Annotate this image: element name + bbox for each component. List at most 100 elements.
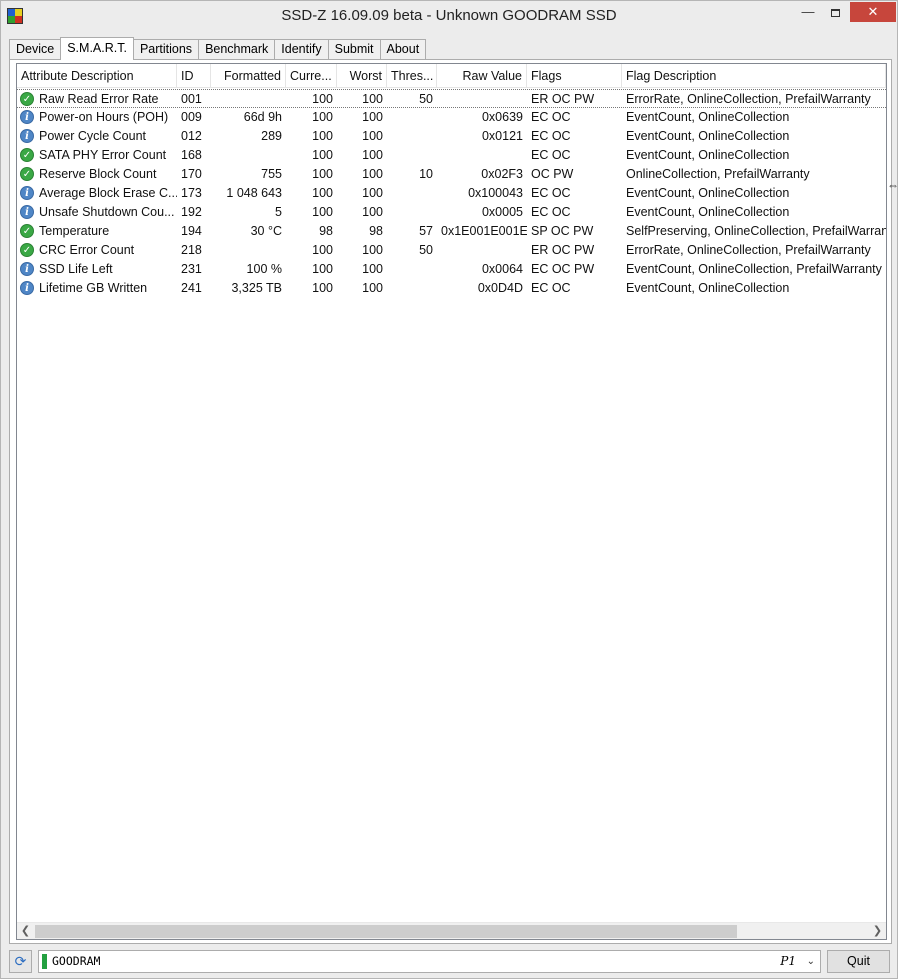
smart-attribute-list[interactable]: Attribute Description ID Formatted Curre...… [16, 63, 887, 940]
table-row[interactable]: i Power-on Hours (POH) 009 66d 9h 100 100 0x06… [17, 108, 886, 127]
column-header-current[interactable]: Curre... [286, 64, 337, 88]
cell-flags: ER OC PW [531, 92, 595, 106]
info-icon: i [20, 129, 34, 143]
column-header-flags[interactable]: Flags [527, 64, 622, 88]
drive-select[interactable]: GOODRAM P1 ⌄ [38, 950, 821, 973]
cell-worst: 100 [362, 129, 383, 143]
info-icon: i [20, 110, 34, 124]
cell-formatted [211, 90, 286, 109]
table-row[interactable]: ✓ CRC Error Count 218 100 100 50 ER OC PW Error… [17, 241, 886, 260]
cell-formatted: 30 °C [250, 224, 282, 238]
cell-flags: EC OC [531, 148, 571, 162]
cell-worst: 98 [369, 224, 383, 238]
tab-s-m-a-r-t[interactable]: S.M.A.R.T. [60, 37, 134, 60]
cell-threshold: 57 [419, 224, 433, 238]
tab-device[interactable]: Device [9, 39, 62, 60]
column-header-desc[interactable]: Attribute Description [17, 64, 177, 88]
scroll-right-icon[interactable]: ❯ [869, 923, 886, 939]
checkmark-icon: ✓ [20, 243, 34, 257]
tab-benchmark[interactable]: Benchmark [198, 39, 276, 60]
cell-threshold [387, 108, 437, 127]
checkmark-icon: ✓ [20, 148, 34, 162]
cell-flagdesc: ErrorRate, OnlineCollection, PrefailWarr… [626, 92, 871, 106]
cell-worst: 100 [362, 205, 383, 219]
column-header-worst[interactable]: Worst [337, 64, 387, 88]
cell-id: 012 [181, 129, 202, 143]
window-title: SSD-Z 16.09.09 beta - Unknown GOODRAM SS… [281, 7, 617, 24]
tab-submit[interactable]: Submit [327, 39, 381, 60]
cell-desc: Raw Read Error Rate [39, 92, 159, 106]
column-header-id[interactable]: ID [177, 64, 211, 88]
list-header: Attribute Description ID Formatted Curre...… [17, 64, 886, 88]
cell-worst: 100 [362, 186, 383, 200]
cell-worst: 100 [362, 281, 383, 295]
table-row[interactable]: ✓ Temperature 194 30 °C 98 98 57 0x1E001E001E SP… [17, 222, 886, 241]
cell-flagdesc: EventCount, OnlineCollection [626, 281, 790, 295]
smart-tab-panel: Attribute Description ID Formatted Curre...… [9, 59, 892, 944]
column-header-raw[interactable]: Raw Value [437, 64, 527, 88]
cell-raw: 0x100043 [468, 186, 523, 200]
cell-formatted: 100 % [246, 262, 282, 276]
cell-flags: ER OC PW [531, 243, 595, 257]
column-header-formatted[interactable]: Formatted [211, 64, 286, 88]
tab-partitions[interactable]: Partitions [132, 39, 200, 60]
cell-formatted: 3,325 TB [231, 281, 282, 295]
cell-id: 231 [181, 262, 202, 276]
cell-desc: SATA PHY Error Count [39, 148, 167, 162]
table-row[interactable]: i Lifetime GB Written 241 3,325 TB 100 100 0x0… [17, 279, 886, 298]
cell-desc: Temperature [39, 224, 110, 238]
cell-worst: 100 [362, 92, 383, 106]
partition-label: P1 [780, 954, 796, 968]
tab-about[interactable]: About [379, 39, 427, 60]
quit-button[interactable]: Quit [827, 950, 890, 973]
checkmark-icon: ✓ [20, 167, 34, 181]
chevron-down-icon[interactable]: ⌄ [807, 951, 815, 972]
cell-threshold [387, 184, 437, 203]
column-header-flagdesc[interactable]: Flag Description [622, 64, 886, 88]
cell-current: 100 [312, 148, 333, 162]
cell-current: 100 [312, 205, 333, 219]
tab-identify[interactable]: Identify [274, 39, 329, 60]
table-row[interactable]: i Unsafe Shutdown Cou... 192 5 100 100 0x0005 E… [17, 203, 886, 222]
drive-name: GOODRAM [52, 954, 101, 968]
scrollbar-thumb[interactable] [35, 925, 737, 938]
info-icon: i [20, 262, 34, 276]
cell-raw [437, 146, 527, 165]
app-window: SSD-Z 16.09.09 beta - Unknown GOODRAM SS… [0, 0, 898, 979]
refresh-button[interactable]: ⟳ [9, 950, 32, 973]
maximize-button[interactable] [822, 2, 848, 22]
cell-flagdesc: EventCount, OnlineCollection [626, 186, 790, 200]
cell-raw [437, 241, 527, 260]
cell-desc: SSD Life Left [39, 262, 113, 276]
table-row[interactable]: i Average Block Erase C... 173 1 048 643 100… [17, 184, 886, 203]
cell-id: 173 [181, 186, 202, 200]
cell-desc: CRC Error Count [39, 243, 135, 257]
column-header-threshold[interactable]: Thres... [387, 64, 437, 88]
minimize-button[interactable]: — [795, 2, 821, 22]
title-bar[interactable]: SSD-Z 16.09.09 beta - Unknown GOODRAM SS… [1, 1, 897, 32]
table-row[interactable]: ✓ Raw Read Error Rate 001 100 100 50 ER OC PW E… [17, 89, 886, 108]
cell-formatted [211, 241, 286, 260]
table-row[interactable]: i Power Cycle Count 012 289 100 100 0x0121 EC O… [17, 127, 886, 146]
table-row[interactable]: ✓ SATA PHY Error Count 168 100 100 EC OC Event… [17, 146, 886, 165]
cell-flags: EC OC [531, 129, 571, 143]
cell-raw: 0x0005 [481, 205, 523, 219]
info-icon: i [20, 281, 34, 295]
scroll-left-icon[interactable]: ❮ [17, 923, 34, 939]
cell-threshold: 10 [419, 167, 433, 181]
table-row[interactable]: i SSD Life Left 231 100 % 100 100 0x0064 EC OC … [17, 260, 886, 279]
cell-worst: 100 [362, 110, 383, 124]
table-row[interactable]: ✓ Reserve Block Count 170 755 100 100 10 0x02F3… [17, 165, 886, 184]
cell-worst: 100 [362, 243, 383, 257]
cell-id: 192 [181, 205, 202, 219]
cell-raw: 0x0D4D [477, 281, 523, 295]
horizontal-scrollbar[interactable]: ❮ ❯ [17, 922, 886, 939]
resize-cursor-icon: ⇔ [887, 178, 898, 192]
cell-id: 001 [181, 92, 202, 106]
close-button[interactable]: ✕ [850, 2, 896, 22]
cell-flagdesc: EventCount, OnlineCollection [626, 148, 790, 162]
cell-threshold [387, 260, 437, 279]
cell-current: 100 [312, 92, 333, 106]
cell-raw: 0x0121 [481, 129, 523, 143]
cell-threshold [387, 127, 437, 146]
